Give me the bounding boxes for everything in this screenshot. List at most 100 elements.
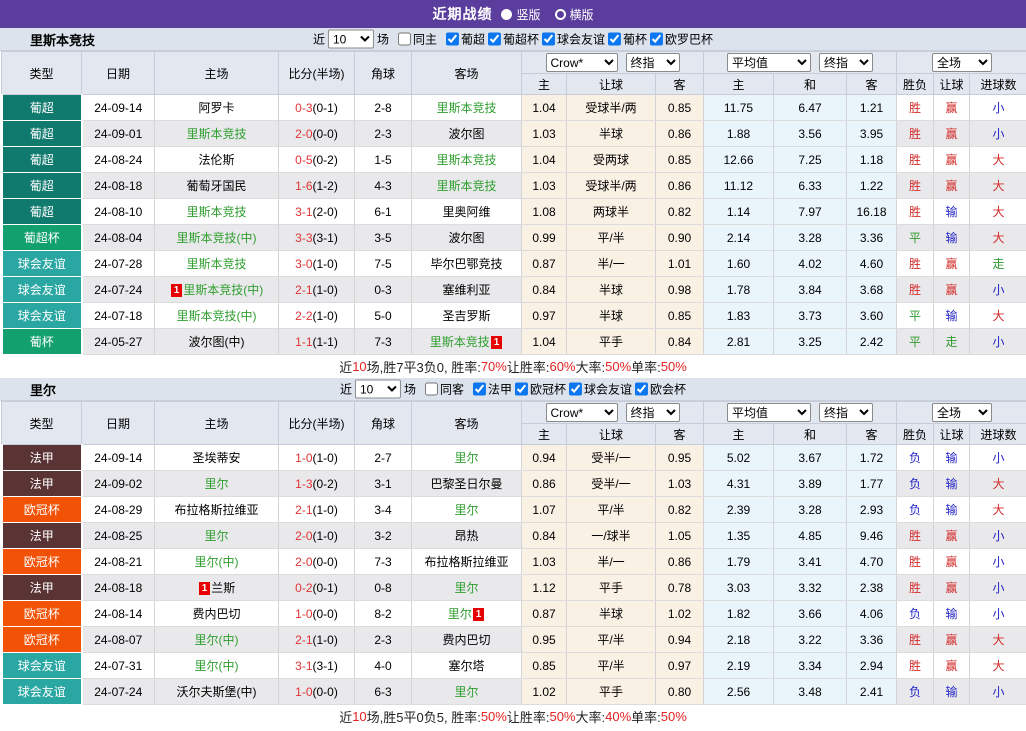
away-team-link[interactable]: 巴黎圣日尔曼 — [430, 477, 502, 491]
home-team-link[interactable]: 里斯本竞技(中) — [177, 309, 257, 323]
half-time-score: (1-0) — [313, 503, 338, 517]
home-team-link[interactable]: 里斯本竞技 — [186, 127, 246, 141]
away-team-link[interactable]: 昂热 — [454, 529, 478, 543]
home-team-link[interactable]: 布拉格斯拉维亚 — [174, 503, 258, 517]
league-filter-checkbox[interactable] — [542, 33, 555, 46]
summary-segment: 单率: — [631, 357, 661, 376]
away-team-link[interactable]: 里斯本竞技 — [436, 153, 496, 167]
home-team-link[interactable]: 费内巴切 — [192, 607, 240, 621]
avg-away-cell: 3.68 — [847, 277, 897, 303]
away-team-link[interactable]: 里尔 — [454, 503, 478, 517]
league-type-cell: 法甲 — [2, 575, 82, 601]
league-filter-checkbox-label: 欧冠杯 — [515, 381, 566, 398]
home-team-link[interactable]: 里尔(中) — [195, 659, 239, 673]
home-team-link[interactable]: 葡萄牙国民 — [186, 179, 246, 193]
home-team-link[interactable]: 沃尔夫斯堡(中) — [177, 685, 257, 699]
home-team-link[interactable]: 里尔(中) — [195, 633, 239, 647]
half-time-score: (0-1) — [313, 581, 338, 595]
odds-stage-select[interactable]: 终指 — [626, 53, 680, 72]
handicap-result-cell: 赢 — [934, 147, 970, 173]
avg-away-cell: 2.42 — [847, 329, 897, 355]
away-odds-cell: 0.86 — [656, 173, 704, 199]
league-filter-checkbox[interactable] — [569, 383, 582, 396]
league-filter-checkbox-text: 法甲 — [488, 381, 512, 398]
home-team-link[interactable]: 法伦斯 — [198, 153, 234, 167]
away-team-link[interactable]: 里斯本竞技 — [436, 101, 496, 115]
horizontal-layout-radio[interactable]: 横版 — [555, 6, 594, 23]
result-label: 胜 — [909, 257, 921, 271]
red-card-icon: 1 — [199, 582, 211, 595]
scope-select[interactable]: 全场 — [932, 53, 992, 72]
home-team-link[interactable]: 阿罗卡 — [198, 101, 234, 115]
away-team-link[interactable]: 里尔 — [454, 685, 478, 699]
league-filter-checkbox[interactable] — [473, 383, 486, 396]
home-team-link[interactable]: 里斯本竞技 — [186, 257, 246, 271]
same-venue-checkbox[interactable] — [398, 33, 411, 46]
away-odds-cell: 0.97 — [656, 653, 704, 679]
away-team-link[interactable]: 波尔图 — [448, 127, 484, 141]
away-team-link[interactable]: 塞维利亚 — [442, 283, 490, 297]
full-time-score: 2-2 — [295, 309, 312, 323]
home-team: 里尔 — [204, 529, 228, 543]
recent-count-select[interactable]: 10 — [355, 380, 401, 399]
home-team-link[interactable]: 里尔 — [204, 529, 228, 543]
away-team-link[interactable]: 布拉格斯拉维亚 — [424, 555, 508, 569]
score-cell: 0-3(0-1) — [279, 95, 355, 121]
handicap-result-cell: 赢 — [934, 121, 970, 147]
away-team-link[interactable]: 波尔图 — [448, 231, 484, 245]
summary-segment: 10 — [352, 709, 366, 724]
home-odds-cell: 1.08 — [522, 199, 567, 225]
odds-stage-select[interactable]: 终指 — [626, 403, 680, 422]
home-team-link[interactable]: 里尔 — [204, 477, 228, 491]
avg-stage-select[interactable]: 终指 — [819, 53, 873, 72]
home-team-link[interactable]: 里尔(中) — [195, 555, 239, 569]
avg-home-cell: 1.82 — [704, 601, 774, 627]
same-venue-checkbox[interactable] — [425, 383, 438, 396]
away-team-link[interactable]: 毕尔巴鄂竞技 — [430, 257, 502, 271]
away-team-link[interactable]: 里尔 — [448, 607, 472, 621]
summary-line: 近10场,胜7平3负0, 胜率:70% 让胜率:60% 大率:50% 单率:50… — [0, 355, 1026, 378]
avg-source-select[interactable]: 平均值 — [727, 53, 811, 72]
sub-column-header: 客 — [847, 424, 897, 445]
league-filter-checkbox[interactable] — [650, 33, 663, 46]
avg-source-select[interactable]: 平均值 — [727, 403, 811, 422]
handicap-cell: 一/球半 — [567, 523, 656, 549]
league-filter-checkbox[interactable] — [635, 383, 648, 396]
avg-away-cell: 1.72 — [847, 445, 897, 471]
result-label: 小 — [993, 555, 1005, 569]
league-filter-checkbox[interactable] — [515, 383, 528, 396]
home-team-link[interactable]: 里斯本竞技(中) — [183, 283, 263, 297]
home-team-link[interactable]: 里斯本竞技(中) — [177, 231, 257, 245]
home-team-cell: 1里斯本竞技(中) — [155, 277, 279, 303]
home-team-link[interactable]: 圣埃蒂安 — [192, 451, 240, 465]
odds-source-select[interactable]: Crow* — [546, 403, 618, 422]
home-team-link[interactable]: 兰斯 — [211, 581, 235, 595]
home-team-link[interactable]: 里斯本竞技 — [186, 205, 246, 219]
league-filter-checkbox[interactable] — [446, 33, 459, 46]
away-team-link[interactable]: 里奥阿维 — [442, 205, 490, 219]
summary-segment: 40% — [605, 709, 631, 724]
away-team-link[interactable]: 里斯本竞技 — [436, 179, 496, 193]
away-team-link[interactable]: 圣吉罗斯 — [442, 309, 490, 323]
away-team-link[interactable]: 费内巴切 — [442, 633, 490, 647]
avg-home-cell: 4.31 — [704, 471, 774, 497]
away-team-link[interactable]: 里尔 — [454, 451, 478, 465]
vertical-layout-radio[interactable]: 竖版 — [501, 6, 540, 23]
scope-select[interactable]: 全场 — [932, 403, 992, 422]
home-team: 里斯本竞技 — [186, 205, 246, 219]
league-filter-checkbox[interactable] — [608, 33, 621, 46]
avg-stage-select[interactable]: 终指 — [819, 403, 873, 422]
odds-source-select[interactable]: Crow* — [546, 53, 618, 72]
recent-count-select[interactable]: 10 — [328, 30, 374, 49]
league-filter-checkbox[interactable] — [488, 33, 501, 46]
away-team-link[interactable]: 里尔 — [454, 581, 478, 595]
full-time-score: 2-0 — [295, 127, 312, 141]
goals-result-cell: 大 — [970, 225, 1026, 251]
handicap-result-cell: 输 — [934, 445, 970, 471]
home-team-link[interactable]: 波尔图(中) — [189, 335, 245, 349]
away-team-link[interactable]: 塞尔塔 — [448, 659, 484, 673]
radio-unselected-icon — [555, 9, 566, 20]
away-team-link[interactable]: 里斯本竞技 — [430, 335, 490, 349]
league-type-cell: 欧冠杯 — [2, 497, 82, 523]
home-odds-cell: 0.85 — [522, 653, 567, 679]
